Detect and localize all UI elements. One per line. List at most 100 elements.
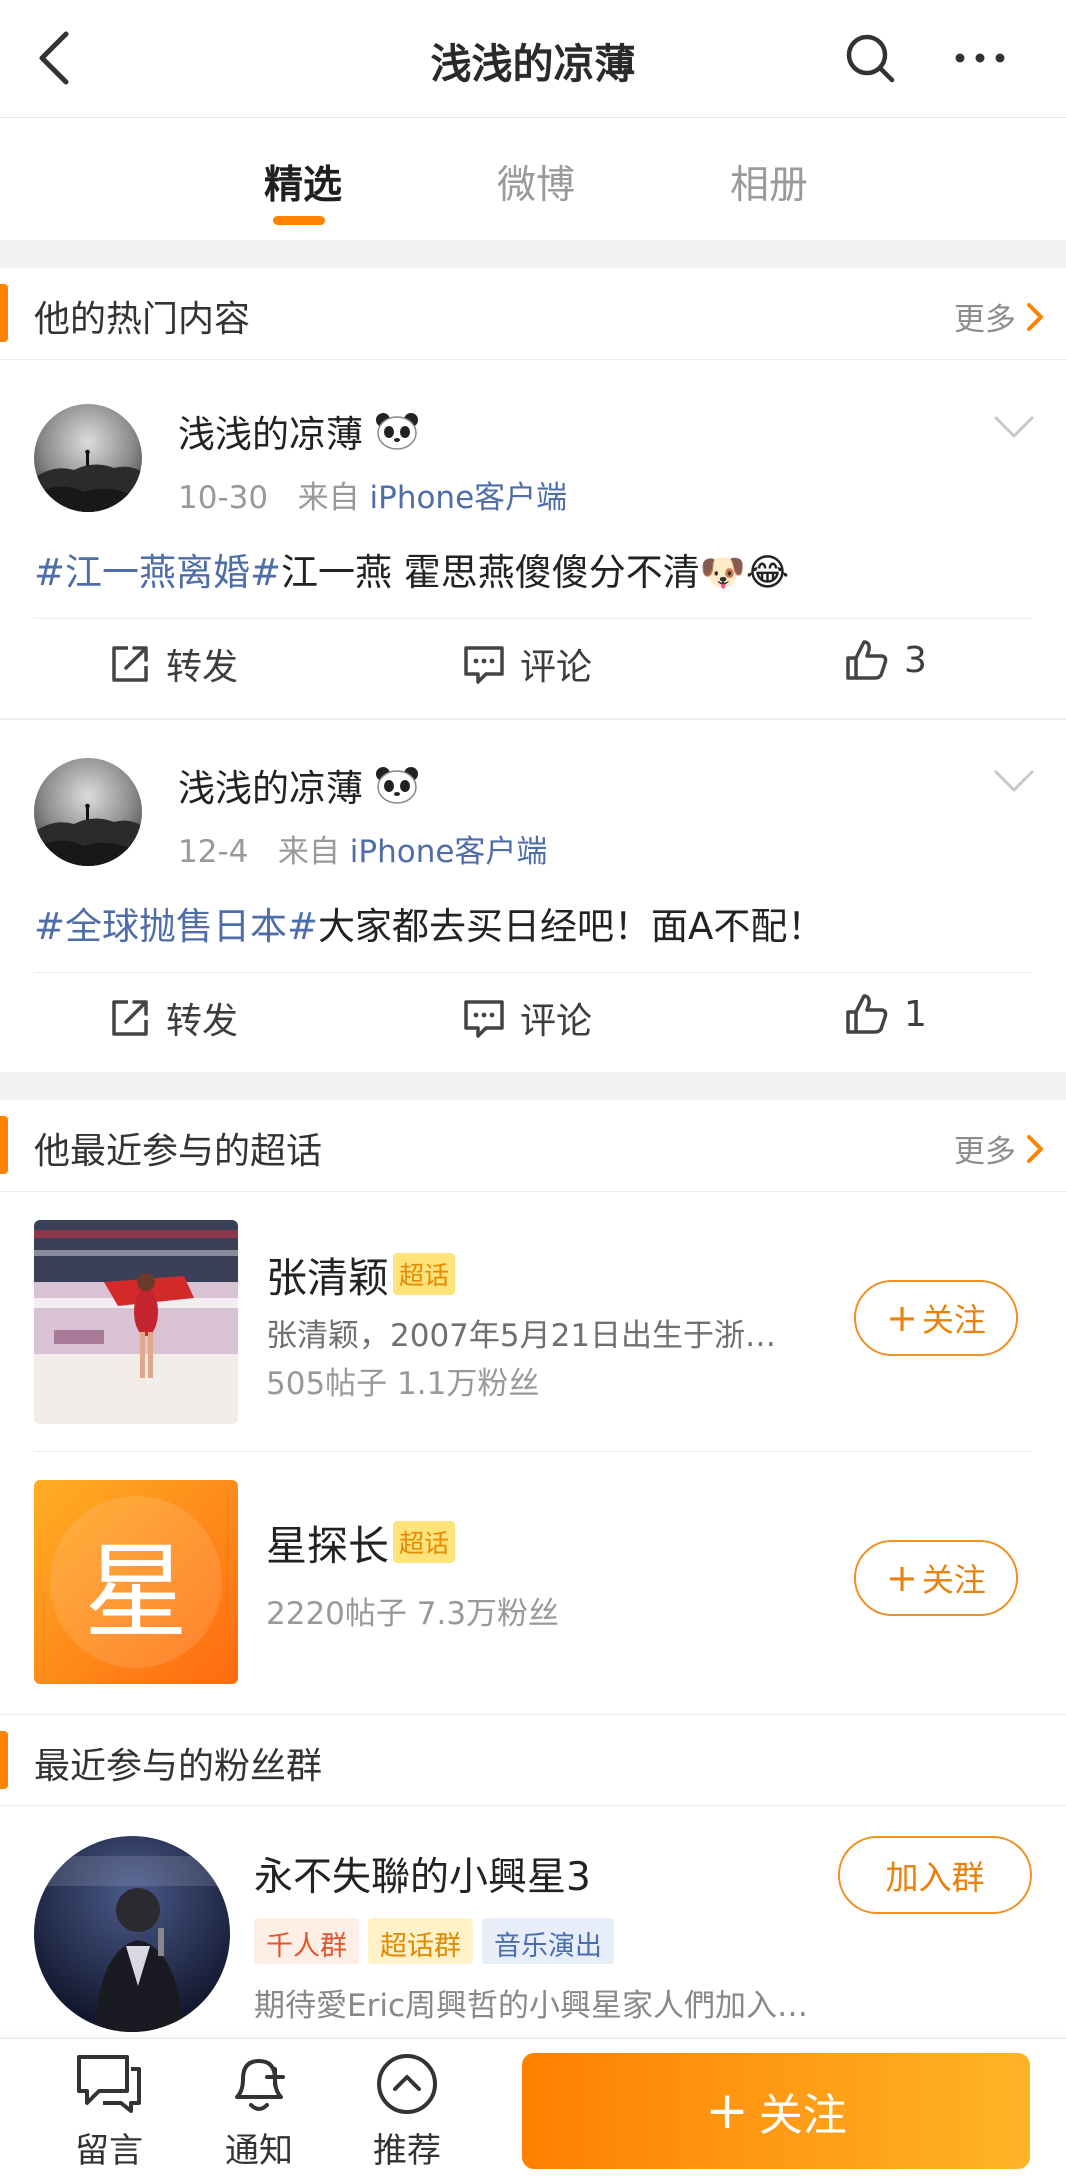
post-body: 江一燕 霍思燕傻傻分不清 — [281, 551, 700, 594]
supertopic-more-link[interactable]: 更多 — [954, 1126, 1044, 1171]
tab-weibo[interactable]: 微博 — [497, 154, 575, 210]
group-tag: 音乐演出 — [482, 1918, 614, 1964]
plus-icon: + — [886, 1296, 918, 1340]
supertopic-item[interactable]: 张清颖 超话 张清颖，2007年5月21日出生于浙… 505帖子 1.1万粉丝 … — [0, 1192, 1066, 1452]
message-icon — [77, 2055, 141, 2113]
supertopic-item[interactable]: 星 星探长 超话 2220帖子 7.3万粉丝 + 关注 — [0, 1452, 1066, 1712]
section-divider — [0, 240, 1066, 268]
comment-icon — [464, 1000, 504, 1038]
chevron-down-icon[interactable] — [992, 766, 1036, 796]
repost-icon — [112, 1000, 148, 1036]
supertopic-badge: 超话 — [393, 1253, 456, 1295]
follow-user-button[interactable]: + 关注 — [522, 2053, 1030, 2169]
message-label: 留言 — [75, 2131, 143, 2171]
comment-label: 评论 — [520, 1001, 593, 1042]
post-author[interactable]: 浅浅的凉薄 — [178, 758, 419, 812]
comment-icon — [464, 646, 504, 684]
post-divider — [34, 618, 1032, 619]
active-tab-indicator — [273, 216, 325, 225]
hot-content-header: 他的热门内容 更多 — [0, 268, 1066, 360]
repost-button[interactable]: 转发 — [108, 638, 238, 690]
post-from-label: 来自 — [277, 834, 340, 870]
follow-supertopic-button[interactable]: + 关注 — [854, 1540, 1018, 1616]
post-hashtag[interactable]: #江一燕离婚# — [34, 551, 281, 594]
like-count: 3 — [904, 639, 927, 681]
post-author[interactable]: 浅浅的凉薄 — [178, 404, 419, 458]
fan-group-header: 最近参与的粉丝群 — [0, 1714, 1066, 1806]
follow-label: 关注 — [921, 1561, 986, 1599]
supertopic-thumbnail[interactable]: 星 — [34, 1480, 238, 1684]
panda-badge-icon — [376, 413, 418, 450]
bell-plus-icon — [235, 2059, 285, 2111]
repost-label: 转发 — [166, 647, 239, 688]
message-button[interactable]: 留言 — [54, 2051, 164, 2172]
follow-supertopic-button[interactable]: + 关注 — [854, 1280, 1018, 1356]
supertopic-stats: 505帖子 1.1万粉丝 — [266, 1366, 540, 1402]
like-button[interactable]: 3 — [844, 638, 927, 682]
follow-label: 关注 — [921, 1301, 986, 1339]
supertopic-thumbnail[interactable] — [34, 1220, 238, 1424]
more-label: 更多 — [954, 1134, 1016, 1170]
supertopic-thumb-glyph: 星 — [83, 1530, 188, 1653]
repost-button[interactable]: 转发 — [108, 992, 238, 1044]
supertopic-badge: 超话 — [393, 1521, 456, 1563]
follow-user-label: 关注 — [758, 2090, 847, 2141]
post-hashtag[interactable]: #全球抛售日本# — [34, 905, 318, 948]
group-name[interactable]: 永不失聯的小興星3 — [254, 1846, 591, 1902]
section-divider — [0, 1072, 1066, 1100]
more-label: 更多 — [954, 302, 1016, 338]
tab-featured[interactable]: 精选 — [264, 154, 342, 210]
top-nav-bar: 浅浅的凉薄 — [0, 0, 1066, 118]
supertopic-name: 张清颖 — [266, 1254, 389, 1302]
bottom-action-bar: 留言 通知 推荐 + 关注 — [0, 2038, 1066, 2181]
post-card[interactable]: 浅浅的凉薄 10-30 来自 iPhone客户端 #江一燕离婚#江一燕 霍思燕傻… — [0, 360, 1066, 718]
comment-button[interactable]: 评论 — [462, 638, 592, 690]
section-accent-bar — [0, 1731, 8, 1789]
avatar[interactable] — [34, 404, 142, 512]
recommend-button[interactable]: 推荐 — [352, 2051, 462, 2172]
chevron-down-icon[interactable] — [992, 412, 1036, 442]
group-avatar[interactable] — [34, 1836, 230, 2032]
avatar[interactable] — [34, 758, 142, 866]
post-emoji: 🐶😂 — [699, 551, 790, 594]
username: 浅浅的凉薄 — [178, 767, 363, 810]
notify-button[interactable]: 通知 — [204, 2051, 314, 2172]
thumbs-up-icon — [846, 994, 888, 1034]
supertopic-name-row: 张清颖 超话 — [266, 1244, 456, 1304]
plus-icon: + — [705, 2081, 749, 2141]
post-source[interactable]: iPhone客户端 — [350, 834, 548, 870]
supertopic-stats: 2220帖子 7.3万粉丝 — [266, 1596, 560, 1632]
recommend-label: 推荐 — [373, 2131, 441, 2171]
section-accent-bar — [0, 284, 8, 342]
like-count: 1 — [904, 993, 927, 1035]
section-title: 他的热门内容 — [34, 299, 251, 340]
comment-button[interactable]: 评论 — [462, 992, 592, 1044]
post-meta: 10-30 来自 iPhone客户端 — [178, 472, 567, 517]
more-options-icon[interactable] — [950, 30, 1010, 86]
chevron-right-icon — [1027, 1134, 1043, 1163]
join-group-button[interactable]: 加入群 — [838, 1836, 1032, 1914]
group-desc: 期待愛Eric周興哲的小興星家人們加入… — [254, 1988, 808, 2024]
recommend-up-icon — [377, 2054, 437, 2114]
search-icon[interactable] — [842, 30, 898, 86]
post-card[interactable]: 浅浅的凉薄 12-4 来自 iPhone客户端 #全球抛售日本#大家都去买日经吧… — [0, 720, 1066, 1072]
panda-badge-icon — [376, 767, 418, 804]
hot-content-more-link[interactable]: 更多 — [954, 294, 1044, 339]
thumbs-up-icon — [846, 640, 888, 680]
section-title: 最近参与的粉丝群 — [34, 1746, 323, 1787]
supertopic-name-row: 星探长 超话 — [266, 1512, 456, 1572]
tab-album[interactable]: 相册 — [730, 154, 808, 210]
username: 浅浅的凉薄 — [178, 413, 363, 456]
supertopic-desc: 张清颖，2007年5月21日出生于浙… — [266, 1318, 777, 1354]
page-title: 浅浅的凉薄 — [430, 40, 636, 88]
post-from-label: 来自 — [297, 480, 360, 516]
plus-icon: + — [886, 1556, 918, 1600]
post-text: #江一燕离婚#江一燕 霍思燕傻傻分不清🐶😂 — [34, 542, 789, 596]
post-date: 12-4 — [178, 834, 249, 870]
supertopic-header: 他最近参与的超话 更多 — [0, 1100, 1066, 1192]
repost-label: 转发 — [166, 1001, 239, 1042]
post-meta: 12-4 来自 iPhone客户端 — [178, 826, 547, 871]
post-source[interactable]: iPhone客户端 — [370, 480, 568, 516]
like-button[interactable]: 1 — [844, 992, 927, 1036]
group-tag: 超话群 — [368, 1918, 473, 1964]
